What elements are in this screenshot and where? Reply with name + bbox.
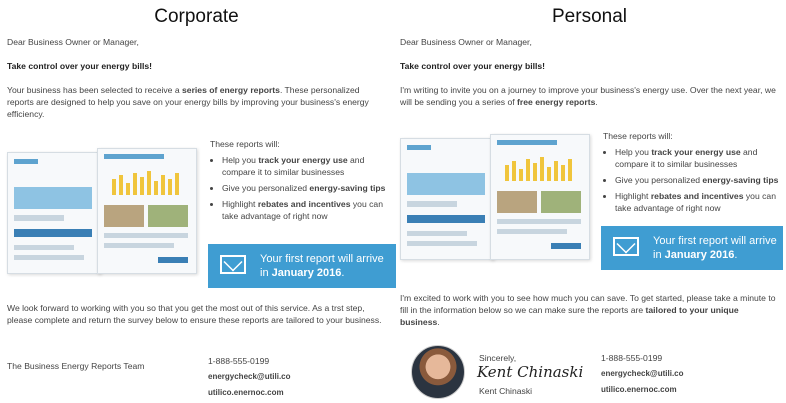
report-thumbnails	[400, 134, 590, 260]
email-link[interactable]: energycheck@utili.co	[601, 368, 684, 380]
greeting: Dear Business Owner or Manager,	[7, 37, 139, 47]
list-item: Highlight rebates and incentives you can…	[615, 190, 783, 214]
list-item: Give you personalized energy-saving tips	[222, 182, 390, 194]
reports-title: These reports will:	[210, 139, 280, 149]
headline: Take control over your energy bills!	[7, 61, 153, 71]
envelope-icon	[613, 237, 639, 256]
report-thumbnails	[7, 148, 197, 274]
personal-panel: Personal Dear Business Owner or Manager,…	[393, 0, 786, 400]
banner-text: Your first report will arrive in January…	[260, 253, 384, 279]
report-sheet-front	[490, 134, 590, 260]
contact-block: 1-888-555-0199 energycheck@utili.co util…	[208, 355, 291, 403]
reports-will-list: These reports will: Help you track your …	[603, 130, 783, 218]
phone-number: 1-888-555-0199	[601, 353, 663, 363]
author-photo	[411, 345, 465, 399]
first-report-banner: Your first report will arrive in January…	[601, 226, 783, 270]
website-link[interactable]: utilico.enernoc.com	[208, 387, 291, 399]
greeting: Dear Business Owner or Manager,	[400, 37, 532, 47]
first-report-banner: Your first report will arrive in January…	[208, 244, 396, 288]
signoff: The Business Energy Reports Team	[7, 361, 145, 371]
intro-bold: free energy reports	[517, 97, 596, 107]
intro-text: Your business has been selected to recei…	[7, 85, 183, 95]
reports-title: These reports will:	[603, 131, 673, 141]
handwritten-signature: Kent Chinaski	[477, 363, 584, 381]
panel-heading: Personal	[552, 6, 627, 27]
reports-will-list: These reports will: Help you track your …	[210, 138, 390, 226]
envelope-icon	[220, 255, 246, 274]
report-sheet-front	[97, 148, 197, 274]
intro-text-end: .	[595, 97, 598, 107]
email-link[interactable]: energycheck@utili.co	[208, 371, 291, 383]
report-sheet-back	[7, 152, 101, 274]
panel-heading: Corporate	[154, 6, 239, 27]
banner-text: Your first report will arrive in January…	[653, 235, 777, 261]
list-item: Highlight rebates and incentives you can…	[222, 198, 390, 222]
phone-number: 1-888-555-0199	[208, 356, 270, 366]
intro-bold: series of energy reports	[182, 85, 280, 95]
author-name: Kent Chinaski	[479, 386, 533, 396]
headline: Take control over your energy bills!	[400, 61, 546, 71]
closing-paragraph: We look forward to working with you so t…	[7, 303, 382, 325]
closing-paragraph: I'm excited to work with you to see how …	[400, 293, 776, 327]
corporate-panel: Corporate Dear Business Owner or Manager…	[0, 0, 396, 398]
list-item: Help you track your energy use and compa…	[615, 146, 783, 170]
list-item: Help you track your energy use and compa…	[222, 154, 390, 178]
website-link[interactable]: utilico.enernoc.com	[601, 384, 684, 396]
list-item: Give you personalized energy-saving tips	[615, 174, 783, 186]
contact-block: 1-888-555-0199 energycheck@utili.co util…	[601, 352, 684, 400]
intro-paragraph: I'm writing to invite you on a journey t…	[400, 84, 778, 108]
intro-paragraph: Your business has been selected to recei…	[7, 84, 387, 120]
report-sheet-back	[400, 138, 494, 260]
